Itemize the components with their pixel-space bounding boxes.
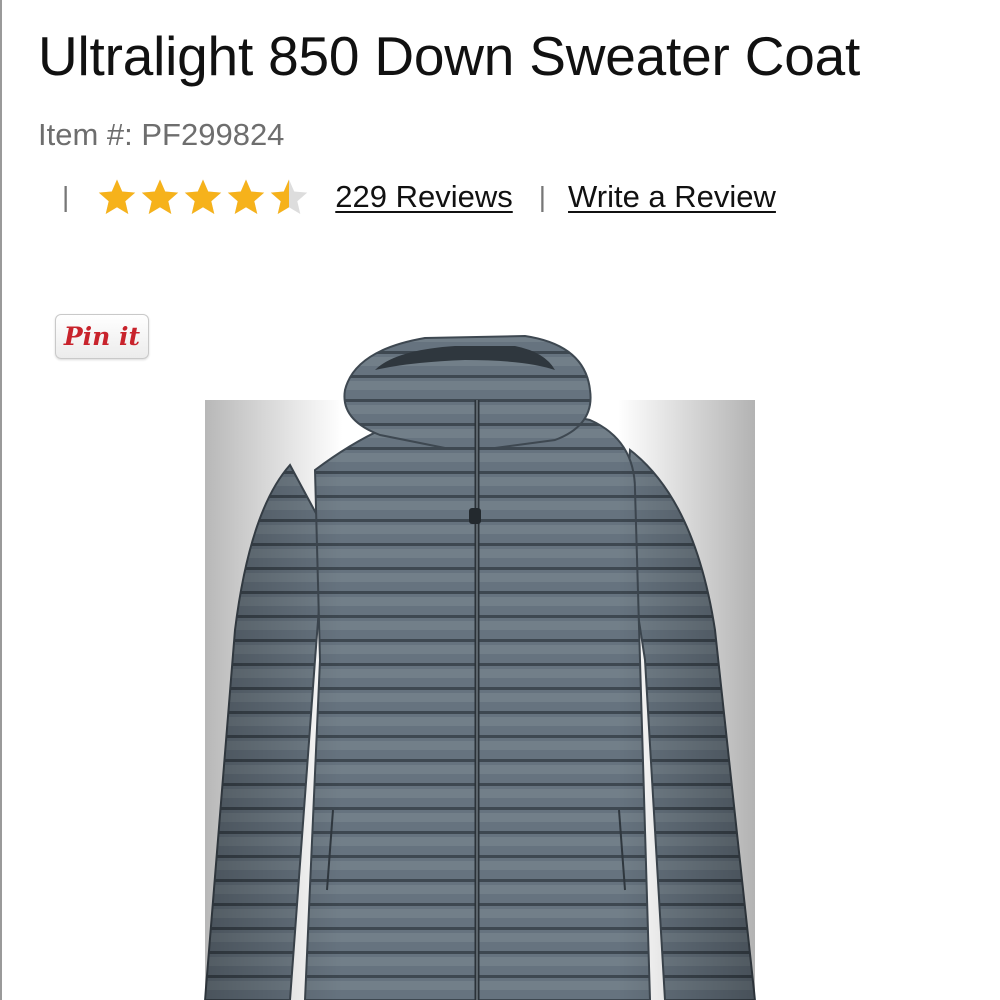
star-icon: [140, 178, 180, 216]
left-border: [0, 0, 2, 1000]
product-title: Ultralight 850 Down Sweater Coat: [38, 25, 861, 87]
item-number: Item #: PF299824: [38, 117, 285, 152]
star-icon: [97, 178, 137, 216]
coat-image: [203, 334, 757, 1000]
star-icon: [183, 178, 223, 216]
rating-row: | 229 Reviews | Write a Review: [62, 172, 776, 222]
write-review-link[interactable]: Write a Review: [568, 179, 776, 215]
separator: |: [538, 181, 547, 212]
reviews-link[interactable]: 229 Reviews: [335, 179, 512, 215]
pin-it-button[interactable]: Pin it: [55, 314, 149, 359]
separator: |: [62, 181, 70, 212]
star-icon: [269, 178, 309, 216]
star-icon: [226, 178, 266, 216]
star-rating[interactable]: [97, 178, 309, 216]
